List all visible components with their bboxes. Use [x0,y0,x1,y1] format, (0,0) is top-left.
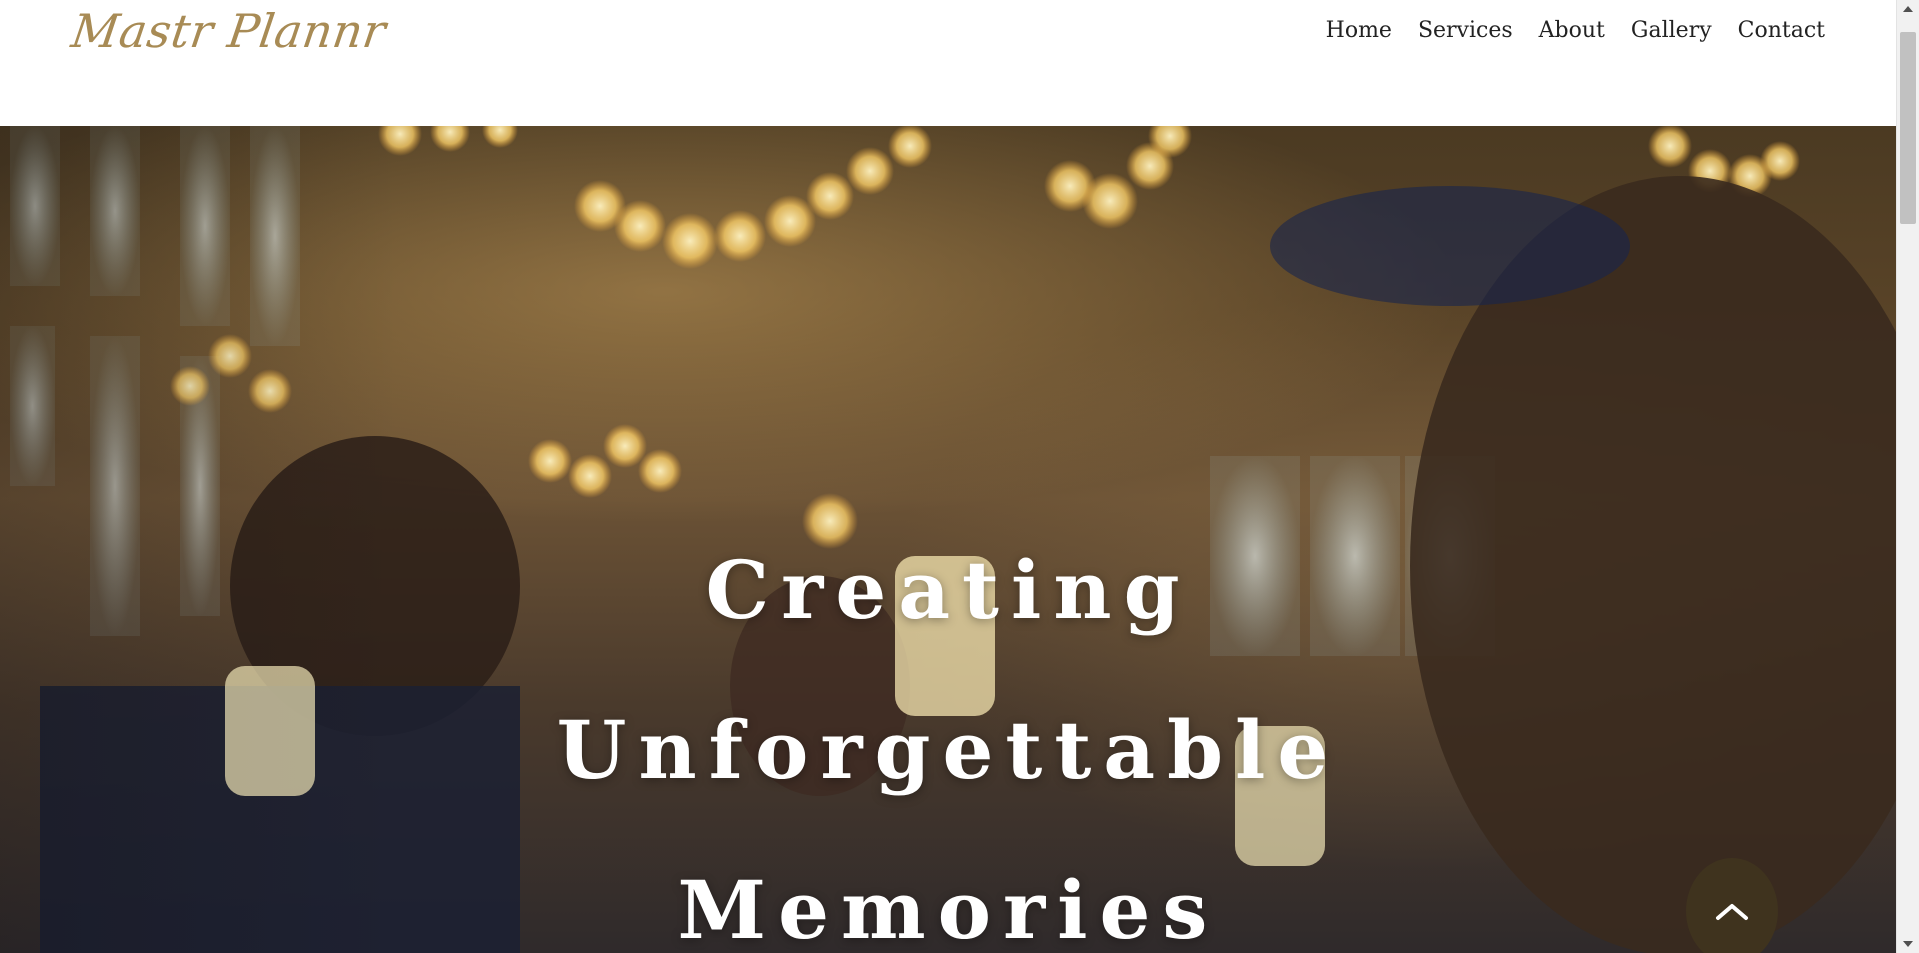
nav-link-about[interactable]: About [1539,18,1605,43]
back-to-top-button[interactable] [1686,858,1778,953]
hero-section: Creating Unforgettable Memories [0,126,1897,953]
main-nav: Home Services About Gallery Contact [1326,18,1825,43]
site-header: Mastr Plannr Home Services About Gallery… [0,0,1897,126]
page: Mastr Plannr Home Services About Gallery… [0,0,1919,953]
vertical-scrollbar[interactable] [1896,0,1919,953]
hero-title-line-2: Unforgettable [556,702,1341,797]
nav-link-contact[interactable]: Contact [1738,18,1825,43]
hero-title: Creating Unforgettable Memories [0,510,1897,953]
nav-link-home[interactable]: Home [1326,18,1392,43]
scroll-down-arrow-icon[interactable] [1897,935,1919,953]
scrollbar-thumb[interactable] [1900,32,1916,224]
nav-link-gallery[interactable]: Gallery [1631,18,1712,43]
scroll-up-arrow-icon[interactable] [1897,0,1919,18]
hero-title-line-1: Creating [705,542,1192,637]
site-logo[interactable]: Mastr Plannr [68,4,389,58]
hero-title-line-3: Memories [677,862,1220,953]
chevron-up-icon [1716,904,1748,920]
nav-link-services[interactable]: Services [1418,18,1513,43]
